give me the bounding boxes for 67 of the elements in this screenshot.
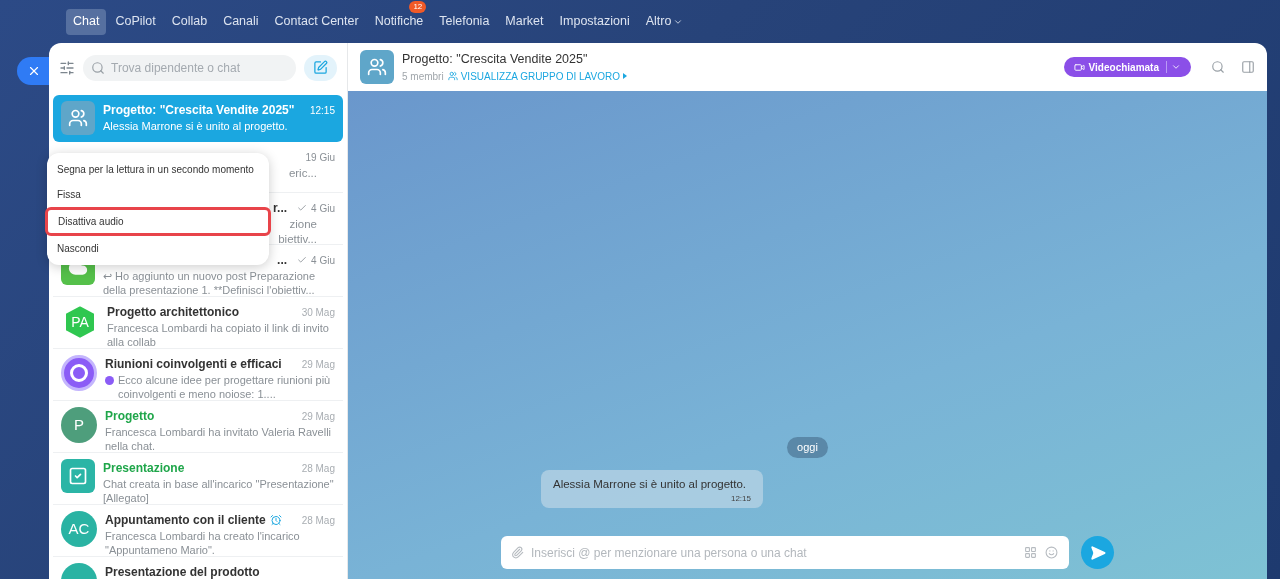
nav-tab[interactable]: CoPilot [108,8,163,35]
nav-tab[interactable]: Market [498,8,551,35]
chat-preview: Chat creata in base all'incarico "Presentazione" [Allegato] [103,477,335,505]
caret-icon [1171,62,1181,72]
close-icon [27,64,41,78]
menu-item[interactable]: Fissa [47,182,269,207]
chat-preview: Ecco alcune idee per progettare riunioni più coinvolgenti e meno noiose: 1.... [118,373,332,401]
nav-tab[interactable]: Canali [216,8,266,35]
video-call-button[interactable]: Videochiamata [1063,57,1191,77]
nav-tab[interactable]: Contact Center [267,8,366,35]
chat-preview: zione [289,217,318,232]
nav-tab[interactable]: Impostazioni [552,8,637,35]
chat-title: Progetto architettonico [107,304,239,321]
chat-time: 12:15 [309,103,335,118]
member-count: 5 membri [402,69,444,84]
chat-time: 4 Giu [311,201,335,216]
message-time: 12:15 [730,493,751,505]
caret-icon [623,73,627,80]
chat-preview: ↩ Ho aggiunto un nuovo post Preparazione della presentazione 1. **Definisci l'obiettiv... [103,269,317,297]
send-icon [1089,544,1106,561]
menu-item[interactable]: Segna per la lettura in un secondo momento [47,157,269,182]
send-button[interactable] [1081,536,1114,569]
chat-title: Presentazione [103,460,185,477]
chat-title: Progetto: "Crescita Vendite 2025" [402,51,589,69]
side-panel-icon[interactable] [1241,60,1255,74]
chat-title: r... [273,200,288,217]
video-camera-icon [1073,61,1085,73]
chat-title: Progetto: "Crescita Vendite 2025" [103,102,295,119]
message-input[interactable]: Inserisci @ per menzionare una persona o una chat [501,536,1069,569]
chat-preview: biettiv... [278,232,318,247]
chat-preview: Francesca Lombardi ha invitato Valeria Ravelli nella chat. [105,425,332,453]
menu-item[interactable]: Disattiva audio [45,207,271,236]
chat-title: Presentazione del prodotto [105,564,260,579]
letter-avatar: AC [61,511,97,547]
nav-tab[interactable]: Chat [66,8,107,35]
chat-title: Progetto [105,408,155,425]
compose-icon [313,60,328,75]
nav-tab[interactable]: Collab [164,8,215,35]
chat-title: Appuntamento con il cliente [105,512,266,529]
notification-badge: 12 [409,0,427,13]
message-text: Alessia Marrone si è unito al progetto. [553,476,748,492]
chat-title: Riunioni coinvolgenti e efficaci [105,356,282,373]
apps-icon[interactable] [1024,546,1037,559]
chat-time: 28 Mag [301,461,335,476]
chat-preview: eric... [288,166,318,181]
search-icon[interactable] [1211,60,1225,74]
chat-preview: Alessia Marrone si è unito al progetto. [103,119,288,133]
close-button[interactable] [17,57,49,85]
nav-tab[interactable]: Telefonia [432,8,497,35]
chat-time: 29 Mag [301,357,335,372]
emoji-icon[interactable] [1045,546,1058,559]
chat-preview: Francesca Lombardi ha copiato il link di invito alla collab [107,321,330,349]
chat-time: 30 Mag [301,305,335,320]
chat-time: 28 Mag [301,513,335,528]
letter-avatar: P [61,407,97,443]
people-icon [447,71,458,82]
search-field[interactable]: Trova dipendente o chat [83,54,296,81]
nav-tab[interactable]: Altro [638,8,691,35]
filter-icon[interactable] [59,59,75,76]
chat-title: ... [277,252,288,269]
group-avatar [360,50,394,84]
chat-time: 19 Giu [305,150,335,165]
new-chat-button[interactable] [304,54,337,81]
attach-icon[interactable] [511,546,524,559]
chat-time: 4 Giu [311,253,335,268]
chat-preview: Francesca Lombardi ha creato l'incarico "Appuntameno Mario". [105,529,301,557]
chat-time: 29 Mag [301,409,335,424]
